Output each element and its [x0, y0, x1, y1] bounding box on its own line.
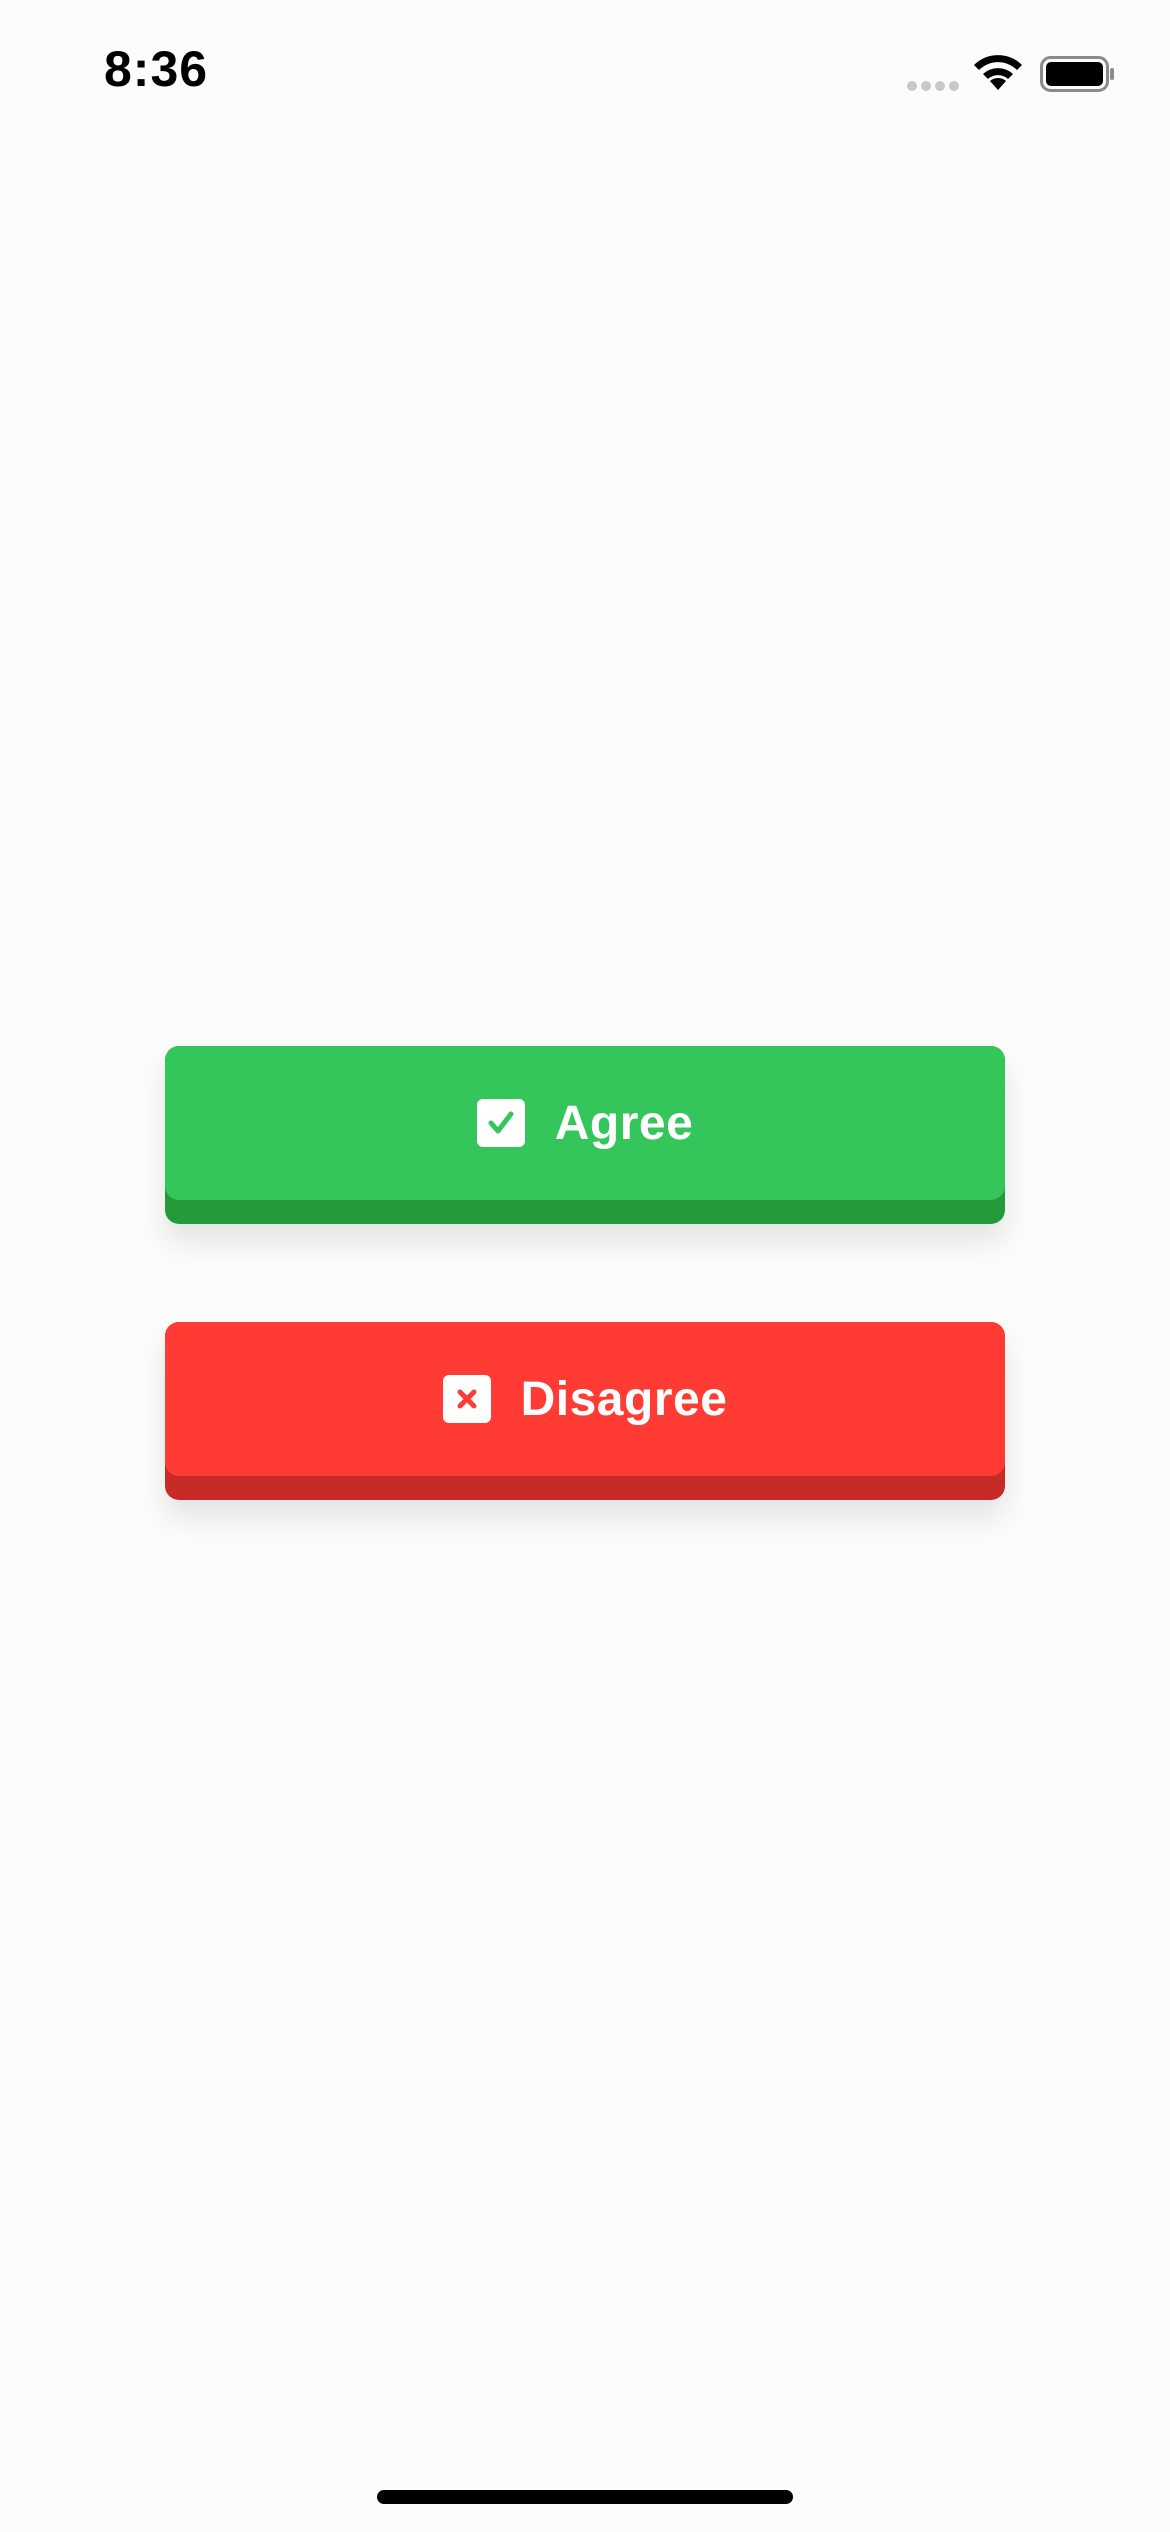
agree-button-label: Agree — [554, 1096, 694, 1150]
signal-icon — [907, 81, 959, 91]
disagree-button-label: Disagree — [520, 1372, 728, 1426]
close-box-icon — [442, 1375, 491, 1423]
agree-button-face[interactable]: Agree — [165, 1046, 1005, 1200]
disagree-button-face[interactable]: Disagree — [165, 1322, 1005, 1476]
status-bar: 8:36 — [0, 0, 1170, 140]
disagree-button[interactable]: Disagree — [165, 1322, 1005, 1500]
status-time: 8:36 — [104, 41, 209, 97]
home-indicator[interactable] — [377, 2490, 793, 2504]
wifi-icon — [974, 55, 1022, 90]
checkbox-checked-icon — [476, 1099, 525, 1147]
battery-icon — [1040, 56, 1114, 92]
screen: 8:36 Agree Disagree — [0, 0, 1170, 2532]
agree-button[interactable]: Agree — [165, 1046, 1005, 1224]
